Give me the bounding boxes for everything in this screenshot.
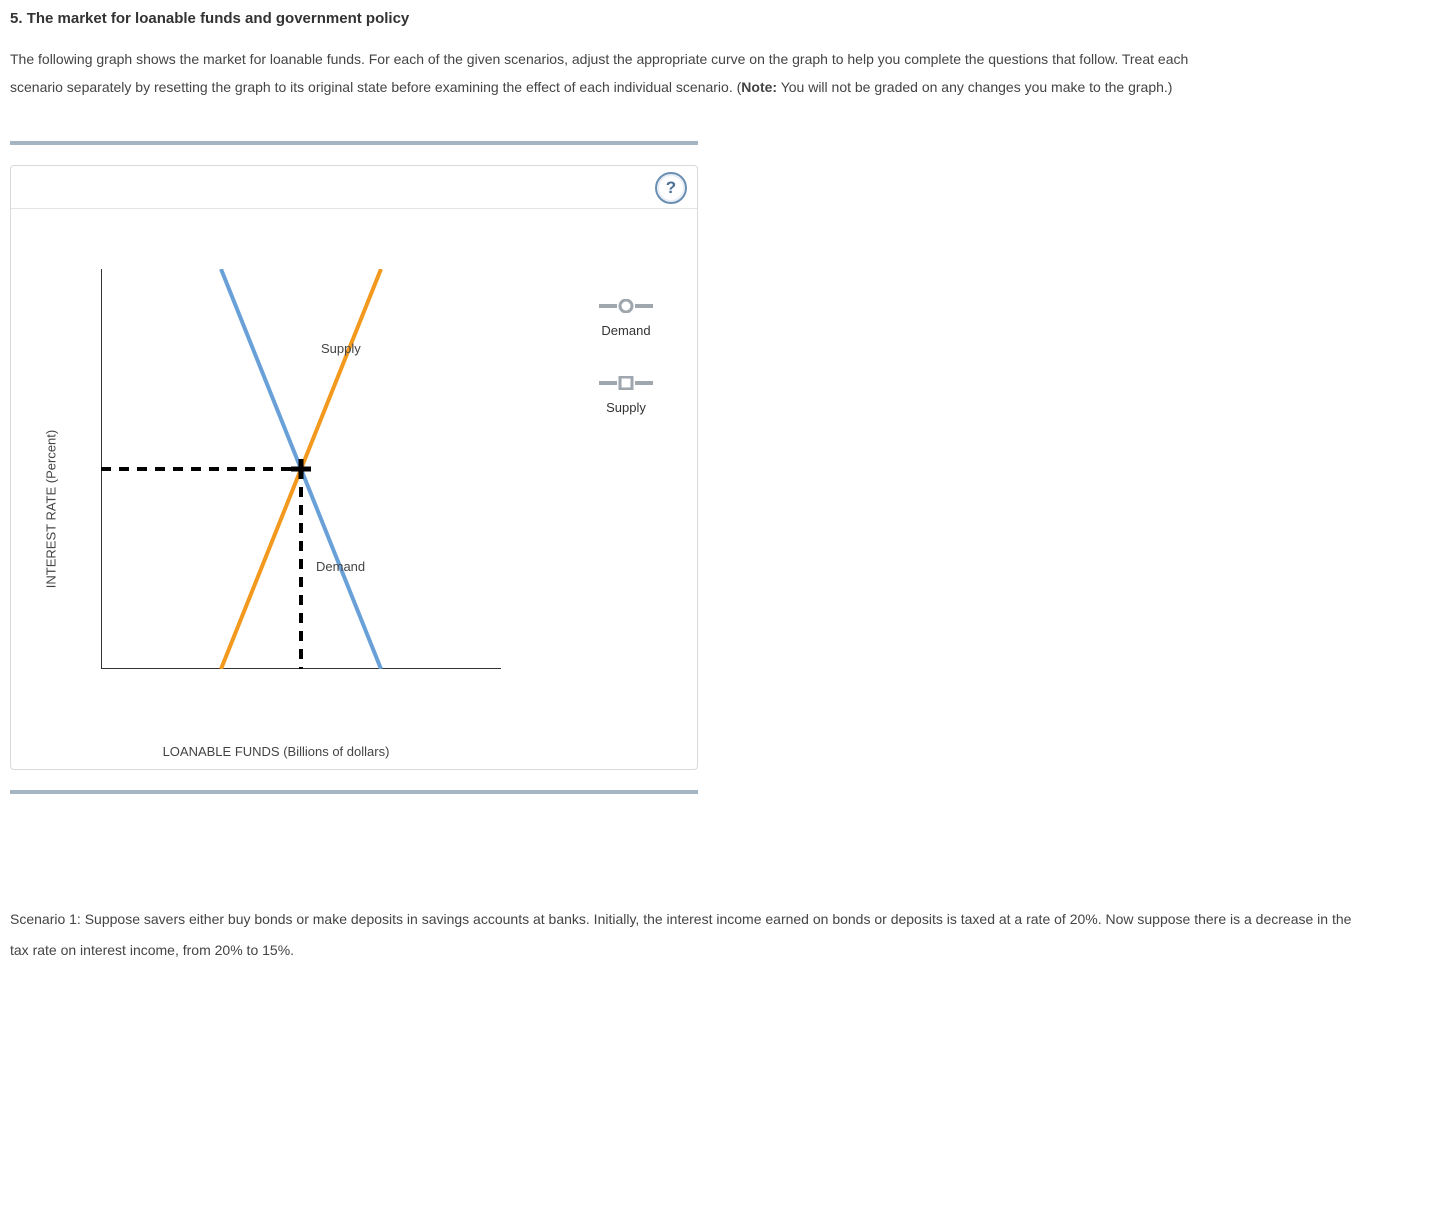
question-number: 5. [10,10,23,27]
plot-svg [101,269,501,669]
scenario-label: Scenario 1: [10,911,81,927]
panel-header: ? [11,166,697,209]
intro-part2: You will not be graded on any changes yo… [777,79,1172,95]
scenario-body: Suppose savers either buy bonds or make … [10,911,1351,958]
scenario-text: Scenario 1: Suppose savers either buy bo… [10,904,1360,966]
question-title-text: The market for loanable funds and govern… [27,10,410,27]
supply-legend-icon [597,376,655,390]
y-axis-label: INTEREST RATE (Percent) [44,430,59,588]
demand-label: Demand [316,559,365,574]
graph-block: ? INTEREST RATE (Percent) [10,141,698,794]
page: 5. The market for loanable funds and gov… [0,0,1455,1006]
help-icon: ? [666,178,676,198]
chart-area[interactable]: INTEREST RATE (Percent) [31,249,521,759]
question-title: 5. The market for loanable funds and gov… [10,10,1445,27]
divider-bottom [10,790,698,794]
plot[interactable]: Supply Demand [101,269,501,669]
legend-item-supply[interactable]: Supply [566,376,686,415]
note-label: Note: [741,79,777,95]
supply-label: Supply [321,341,361,356]
demand-legend-icon [597,299,655,313]
legend-item-demand[interactable]: Demand [566,299,686,338]
x-axis-label: LOANABLE FUNDS (Billions of dollars) [31,744,521,759]
legend: Demand Supply [566,299,686,453]
intro-text: The following graph shows the market for… [10,45,1210,101]
graph-panel: ? INTEREST RATE (Percent) [10,165,698,770]
help-button[interactable]: ? [655,172,687,204]
legend-demand-label: Demand [566,323,686,338]
panel-body: INTEREST RATE (Percent) [11,209,697,769]
equilibrium-marker [291,459,311,479]
divider-top [10,141,698,145]
legend-supply-label: Supply [566,400,686,415]
